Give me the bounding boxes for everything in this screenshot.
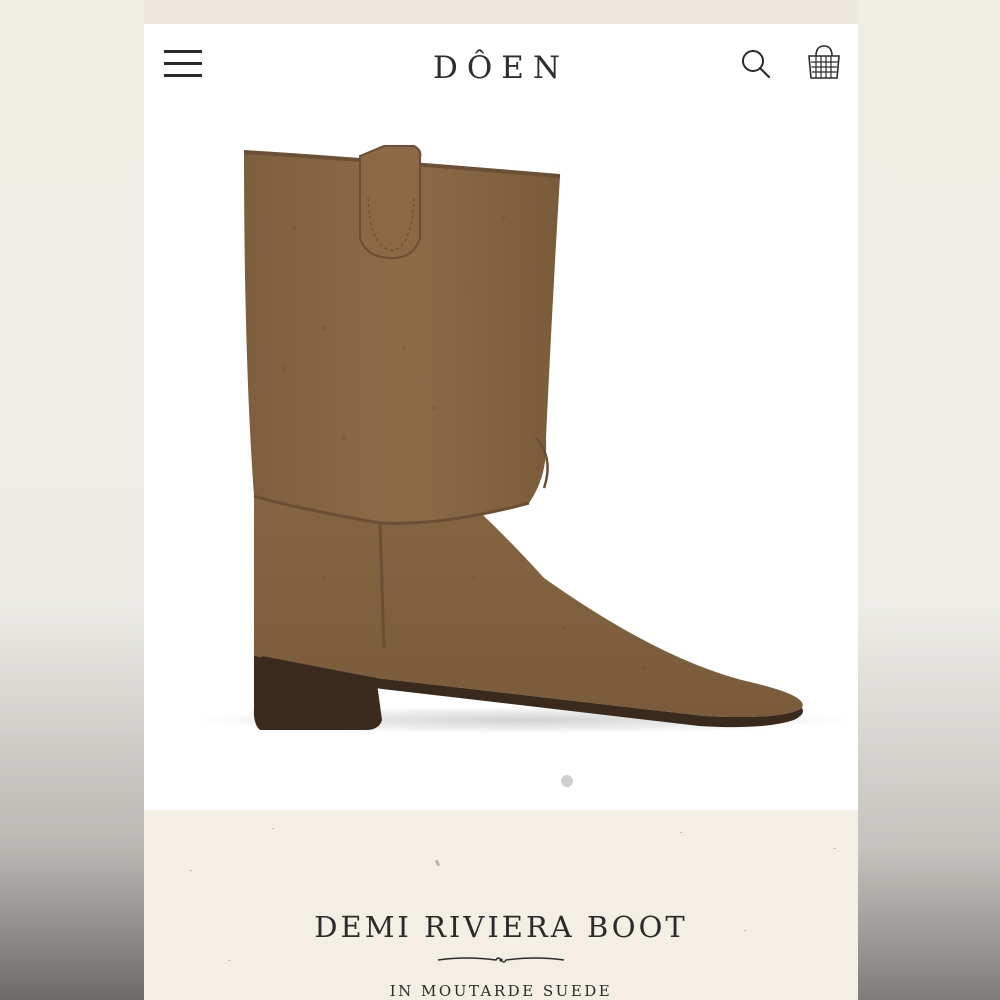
- paper-speck: [190, 870, 192, 871]
- paper-speck: [434, 859, 441, 867]
- mobile-page: DÔEN DEMI RIVIERA BOOT IN MOUTARDE SUEDE: [144, 24, 858, 1000]
- boot-pull-tab: [359, 145, 422, 260]
- photo-backdrop-left: [0, 0, 144, 1000]
- photo-backdrop-right: [858, 0, 1000, 1000]
- product-info-panel: DEMI RIVIERA BOOT IN MOUTARDE SUEDE: [144, 810, 858, 1000]
- brand-logo[interactable]: DÔEN: [344, 46, 658, 90]
- product-title: DEMI RIVIERA BOOT: [314, 910, 688, 944]
- title-flourish-divider: [437, 957, 565, 963]
- paper-speck: [680, 832, 682, 833]
- shopping-basket-icon[interactable]: [804, 42, 844, 82]
- search-icon[interactable]: [740, 48, 772, 80]
- paper-speck: [272, 828, 274, 829]
- paper-speck: [228, 960, 230, 961]
- product-subtitle: IN MOUTARDE SUEDE: [389, 982, 613, 1000]
- carousel-dot[interactable]: [561, 775, 573, 787]
- site-header: DÔEN: [144, 24, 858, 108]
- paper-speck: [834, 848, 836, 849]
- product-image[interactable]: [144, 108, 858, 768]
- hamburger-menu-icon[interactable]: [162, 46, 206, 82]
